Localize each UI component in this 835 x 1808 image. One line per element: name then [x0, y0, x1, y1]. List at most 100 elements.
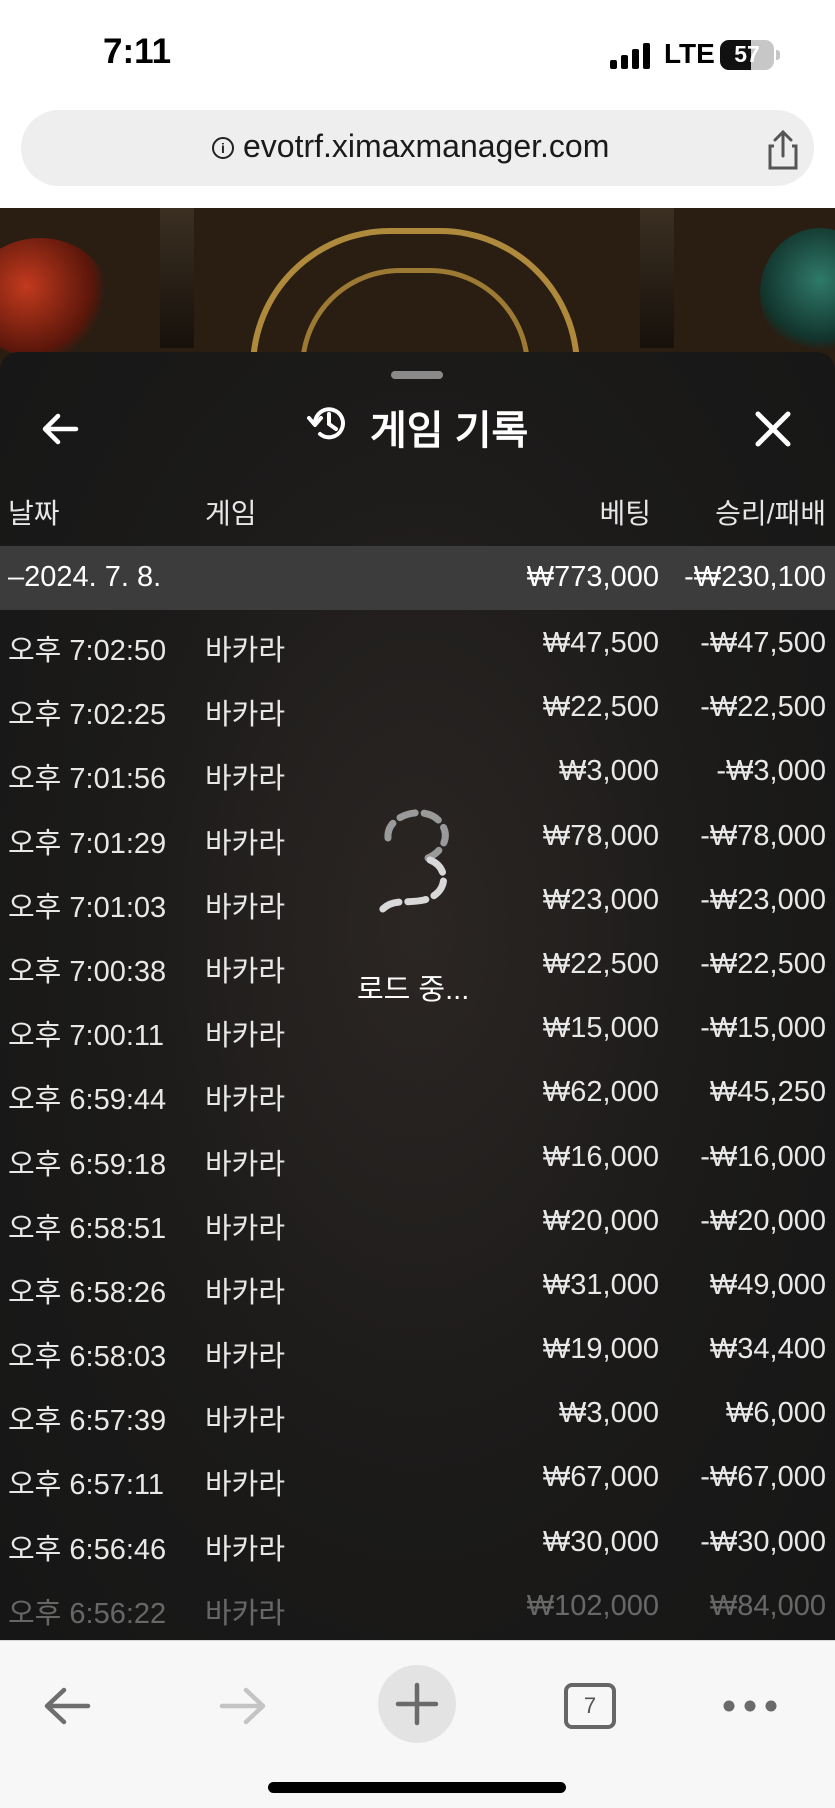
row-time: 오후 6:58:03	[8, 1341, 167, 1374]
new-tab-button[interactable]	[378, 1665, 456, 1743]
battery-tip	[776, 50, 780, 60]
row-bet: ₩22,500	[542, 947, 659, 980]
tab-switcher-button[interactable]: 7	[564, 1683, 616, 1729]
address-bar[interactable]: i evotrf.ximaxmanager.com	[21, 110, 814, 186]
row-time: 오후 7:00:38	[8, 955, 167, 988]
pillar	[160, 208, 194, 348]
table-row[interactable]: 오후 6:56:22 바카라 ₩102,000 ₩84,000	[0, 1573, 835, 1637]
row-game: 바카라	[205, 763, 286, 796]
row-game: 바카라	[205, 891, 286, 924]
row-game: 바카라	[205, 1469, 286, 1502]
table-row[interactable]: 오후 6:58:51 바카라 ₩20,000 -₩20,000	[0, 1188, 835, 1252]
table-row[interactable]: 오후 6:56:46 바카라 ₩30,000 -₩30,000	[0, 1509, 835, 1573]
row-bet: ₩23,000	[542, 883, 659, 916]
row-win-loss: ₩49,000	[709, 1268, 826, 1301]
row-time: 오후 6:57:11	[8, 1469, 165, 1502]
row-win-loss: ₩6,000	[726, 1397, 826, 1430]
battery-percent: 57	[734, 41, 760, 67]
column-header-game: 게임	[205, 498, 257, 529]
column-header-date: 날짜	[8, 498, 60, 529]
table-row[interactable]: 오후 6:58:03 바카라 ₩19,000 ₩34,400	[0, 1316, 835, 1380]
loading-text: 로드 중...	[357, 974, 470, 1006]
row-bet: ₩102,000	[526, 1589, 659, 1622]
column-header-bet: 베팅	[599, 498, 651, 529]
row-bet: ₩20,000	[542, 1204, 659, 1237]
row-time: 오후 6:59:44	[8, 1084, 167, 1117]
home-indicator[interactable]	[268, 1782, 566, 1793]
date-group-win-loss-total: -₩230,100	[684, 561, 826, 593]
row-game: 바카라	[205, 1084, 286, 1117]
row-time: 오후 7:01:03	[8, 891, 167, 924]
panel-title: 게임 기록	[370, 409, 529, 453]
date-group-label: –2024. 7. 8.	[8, 561, 162, 593]
row-game: 바카라	[205, 1341, 286, 1374]
url-text[interactable]: evotrf.ximaxmanager.com	[243, 128, 609, 165]
row-game: 바카라	[205, 827, 286, 860]
row-game: 바카라	[205, 1212, 286, 1245]
dragon-decoration-right	[760, 228, 835, 358]
row-win-loss: -₩23,000	[700, 883, 826, 916]
row-time: 오후 6:56:22	[8, 1597, 167, 1630]
network-label: LTE	[664, 38, 715, 69]
row-win-loss: -₩16,000	[700, 1140, 826, 1173]
row-game: 바카라	[205, 1597, 286, 1630]
table-row[interactable]: 오후 6:58:26 바카라 ₩31,000 ₩49,000	[0, 1252, 835, 1316]
date-group-bet-total: ₩773,000	[526, 561, 659, 593]
table-row[interactable]: 오후 6:57:11 바카라 ₩67,000 -₩67,000	[0, 1444, 835, 1508]
status-bar: 7:11 LTE 57	[0, 0, 835, 110]
row-time: 오후 7:01:56	[8, 763, 167, 796]
table-row[interactable]: 오후 6:59:18 바카라 ₩16,000 -₩16,000	[0, 1124, 835, 1188]
table-row[interactable]: 오후 7:02:25 바카라 ₩22,500 -₩22,500	[0, 674, 835, 738]
row-game: 바카라	[205, 1148, 286, 1181]
row-time: 오후 7:00:11	[8, 1020, 165, 1053]
forward-icon[interactable]	[216, 1683, 270, 1729]
row-game: 바카라	[205, 955, 286, 988]
row-time: 오후 7:02:25	[8, 699, 167, 732]
row-win-loss: -₩15,000	[700, 1012, 826, 1045]
row-bet: ₩47,500	[542, 627, 659, 659]
row-bet: ₩62,000	[542, 1076, 659, 1109]
row-game: 바카라	[205, 1405, 286, 1438]
row-game: 바카라	[205, 1020, 286, 1053]
share-icon[interactable]	[761, 128, 805, 172]
row-time: 오후 6:57:39	[8, 1405, 167, 1438]
row-game: 바카라	[205, 699, 286, 732]
row-win-loss: -₩22,500	[700, 691, 826, 724]
more-dots-icon[interactable]	[722, 1699, 778, 1713]
plus-icon	[395, 1682, 439, 1726]
back-arrow-icon[interactable]	[36, 404, 86, 454]
row-bet: ₩16,000	[542, 1140, 659, 1173]
row-game: 바카라	[205, 635, 286, 667]
row-time: 오후 6:58:51	[8, 1212, 167, 1245]
row-win-loss: ₩84,000	[709, 1589, 826, 1622]
row-bet: ₩31,000	[542, 1268, 659, 1301]
row-bet: ₩22,500	[542, 691, 659, 724]
row-game: 바카라	[205, 1533, 286, 1566]
history-icon	[307, 407, 345, 440]
table-row[interactable]: 오후 7:02:50 바카라 ₩47,500 -₩47,500	[0, 610, 835, 674]
close-icon[interactable]	[748, 404, 798, 454]
row-win-loss: -₩30,000	[700, 1525, 826, 1558]
drag-handle[interactable]	[391, 371, 443, 379]
row-win-loss: -₩22,500	[700, 947, 826, 980]
table-header: 날짜 게임 베팅 승리/패배	[0, 482, 835, 532]
row-bet: ₩67,000	[542, 1461, 659, 1494]
row-bet: ₩19,000	[542, 1333, 659, 1366]
date-group-row[interactable]: –2024. 7. 8. ₩773,000 -₩230,100	[0, 546, 835, 610]
row-bet: ₩3,000	[559, 1397, 659, 1430]
dragon-decoration-left	[0, 238, 110, 358]
back-icon[interactable]	[40, 1683, 94, 1729]
row-time: 오후 7:01:29	[8, 827, 167, 860]
row-time: 오후 6:58:26	[8, 1276, 167, 1309]
row-time: 오후 7:02:50	[8, 635, 167, 667]
row-win-loss: -₩47,500	[700, 627, 826, 659]
table-row[interactable]: 오후 6:57:39 바카라 ₩3,000 ₩6,000	[0, 1380, 835, 1444]
battery-icon: 57	[720, 40, 774, 70]
row-win-loss: ₩34,400	[709, 1333, 826, 1366]
table-row[interactable]: 오후 6:59:44 바카라 ₩62,000 ₩45,250	[0, 1059, 835, 1123]
history-rows: 오후 7:02:50 바카라 ₩47,500 -₩47,500 오후 7:02:25 바카…	[0, 610, 835, 1637]
row-bet: ₩78,000	[542, 819, 659, 852]
row-time: 오후 6:59:18	[8, 1148, 167, 1181]
info-icon[interactable]: i	[212, 137, 234, 159]
table-row[interactable]: 오후 7:01:56 바카라 ₩3,000 -₩3,000	[0, 738, 835, 802]
